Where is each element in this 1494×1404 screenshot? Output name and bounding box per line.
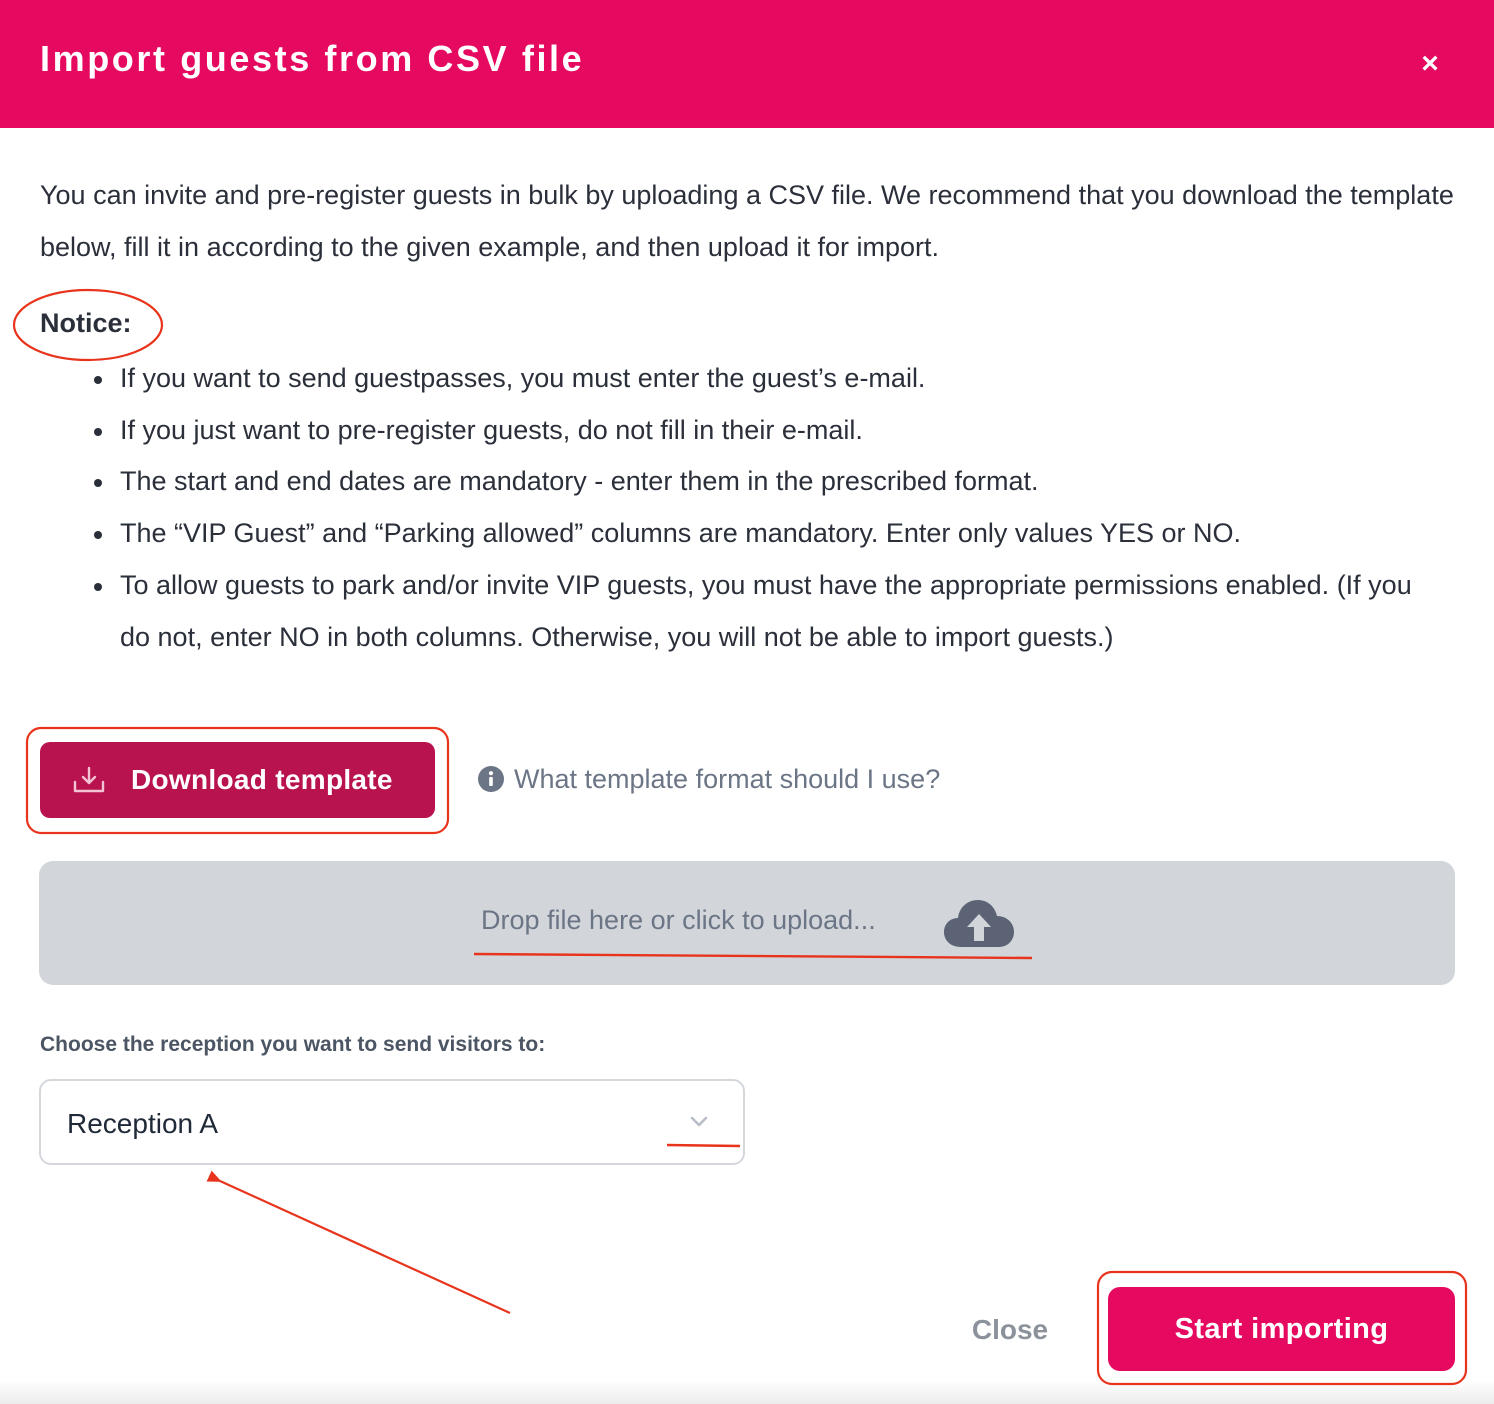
cloud-upload-icon <box>944 900 1014 947</box>
download-template-label: Download template <box>131 764 393 795</box>
info-icon <box>478 766 504 792</box>
annotation-arrow <box>206 1170 511 1315</box>
start-importing-button[interactable]: Start importing <box>1108 1287 1455 1371</box>
dialog-header: Import guests from CSV file × <box>0 0 1494 128</box>
notice-list: If you want to send guestpasses, you mus… <box>94 353 1420 663</box>
list-item: If you just want to pre-register guests,… <box>94 405 1420 457</box>
list-item: To allow guests to park and/or invite VI… <box>94 560 1420 663</box>
start-importing-label: Start importing <box>1174 1313 1389 1345</box>
close-icon[interactable]: × <box>1414 48 1446 80</box>
reception-select[interactable]: Reception A <box>39 1079 745 1165</box>
reception-selected-value: Reception A <box>67 1108 218 1139</box>
template-format-help-label: What template format should I use? <box>514 764 941 794</box>
list-item: The “VIP Guest” and “Parking allowed” co… <box>94 508 1420 560</box>
list-item: If you want to send guestpasses, you mus… <box>94 353 1420 405</box>
bottom-shadow <box>0 1380 1494 1404</box>
notice-label: Notice: <box>40 308 132 338</box>
download-icon <box>73 766 105 793</box>
import-dialog: Import guests from CSV file × You can in… <box>0 0 1494 1404</box>
dialog-title: Import guests from CSV file <box>40 38 585 79</box>
download-template-button[interactable]: Download template <box>40 742 435 818</box>
chevron-down-icon <box>690 1116 708 1127</box>
file-dropzone[interactable]: Drop file here or click to upload... <box>39 861 1455 985</box>
reception-field-label: Choose the reception you want to send vi… <box>40 1033 546 1056</box>
dropzone-label: Drop file here or click to upload... <box>481 905 876 935</box>
intro-text: You can invite and pre-register guests i… <box>40 180 1454 262</box>
list-item: The start and end dates are mandatory - … <box>94 456 1420 508</box>
close-button[interactable]: Close <box>950 1300 1070 1360</box>
